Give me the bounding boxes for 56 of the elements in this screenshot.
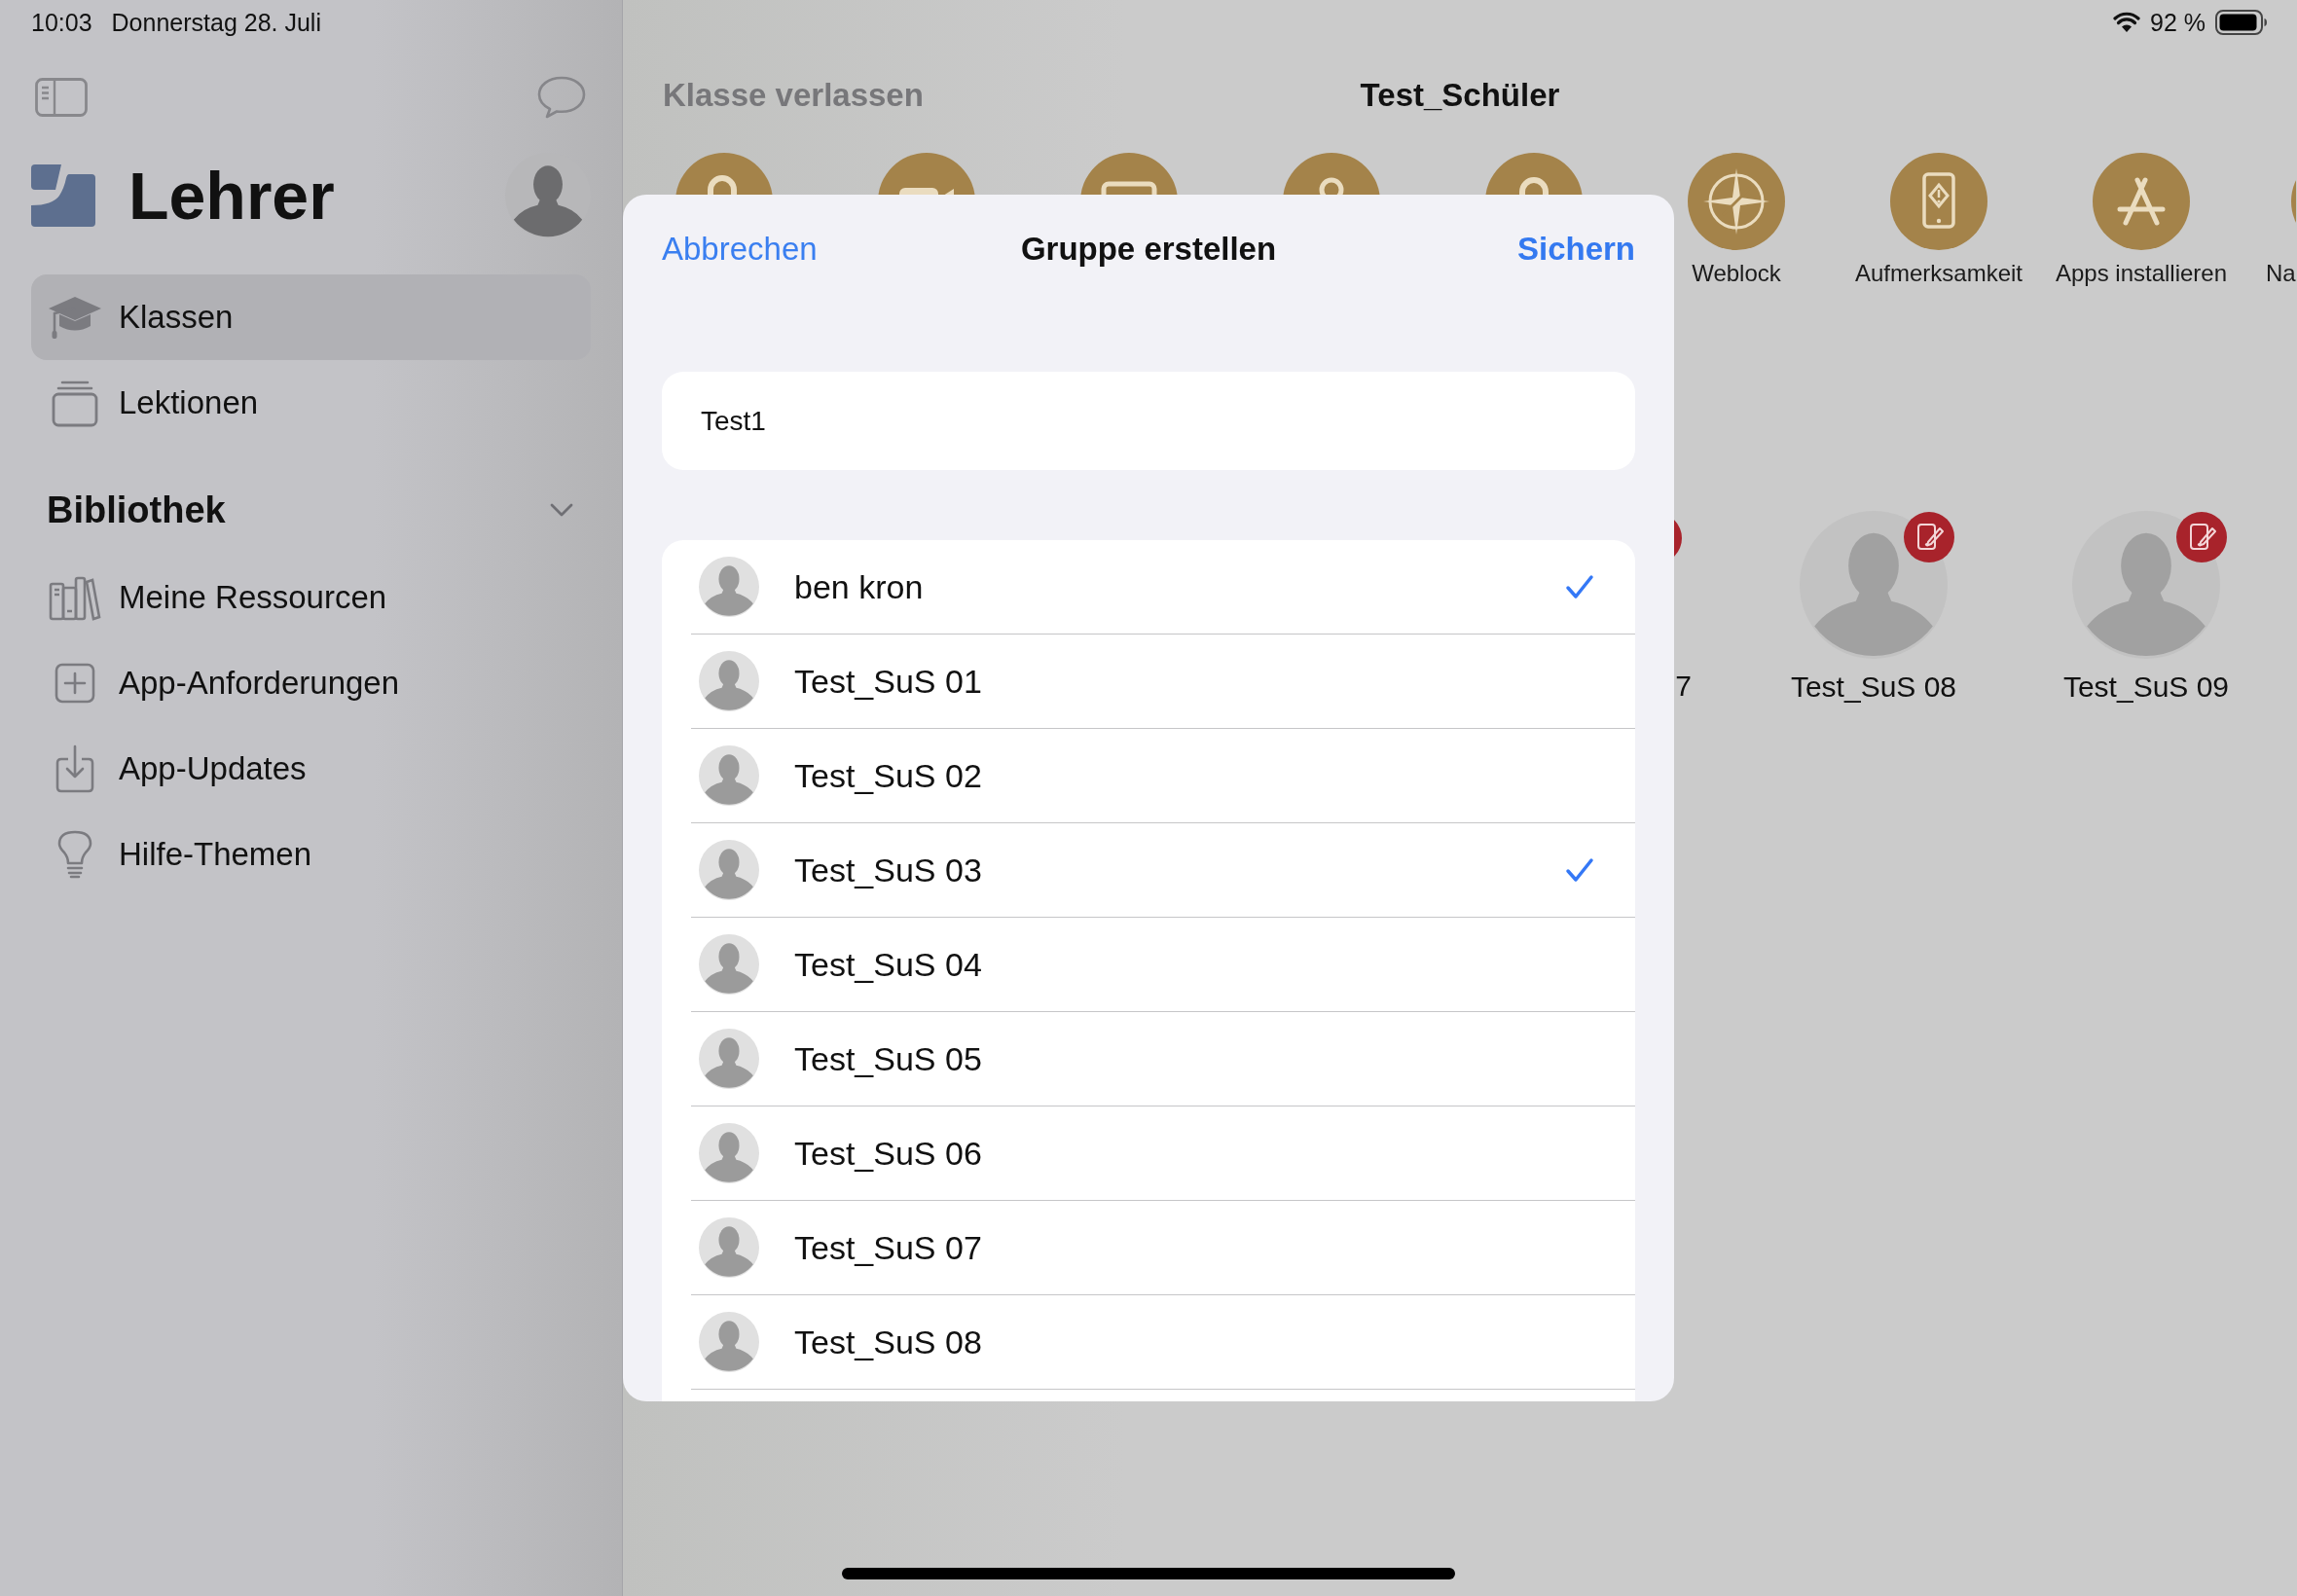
books-icon — [49, 574, 101, 621]
avatar-icon — [699, 745, 759, 806]
avatar-icon — [699, 934, 759, 995]
avatar-icon — [699, 1123, 759, 1183]
save-button[interactable]: Sichern — [1516, 231, 1635, 268]
install-apps-button[interactable]: Apps installieren — [2055, 153, 2228, 287]
tablet-alert-icon — [1890, 153, 1987, 250]
member-row[interactable]: Test_SuS 05 — [691, 1012, 1635, 1106]
graduation-cap-icon — [47, 294, 103, 341]
battery-icon — [2215, 10, 2268, 35]
logo-icon — [31, 164, 95, 227]
sidebar-item[interactable]: Hilfe-Themen — [31, 812, 591, 897]
avatar-icon — [699, 1312, 759, 1372]
dialog-title: Gruppe erstellen — [1020, 231, 1277, 268]
member-row[interactable]: Test_SuS 08 — [691, 1295, 1635, 1390]
member-row[interactable]: Test_SuS 07 — [691, 1201, 1635, 1295]
avatar-icon — [699, 840, 759, 900]
name-field[interactable]: Test1 — [662, 372, 1635, 470]
sidebar-item[interactable]: Klassen — [31, 274, 591, 360]
pencil-ruler-icon — [2093, 153, 2190, 250]
battery-percentage: 92 % — [2150, 8, 2206, 37]
avatar-icon — [699, 1217, 759, 1278]
screen-title: Test_Schüler — [1360, 77, 1560, 114]
sidebar-toggle-icon[interactable] — [35, 78, 88, 117]
sidebar-item[interactable]: App-Updates — [31, 726, 591, 812]
member-row[interactable]: Test_SuS 03 — [691, 823, 1635, 918]
person-icon[interactable] — [1283, 153, 1380, 195]
member-row[interactable]: Test_SuS 02 — [691, 729, 1635, 823]
member-row[interactable]: Test_SuS 01 — [691, 635, 1635, 729]
avatar-icon[interactable] — [2072, 511, 2220, 659]
avatar-icon — [699, 1029, 759, 1089]
member-row[interactable]: Test_SuS 04 — [691, 918, 1635, 1012]
lightbulb-icon — [57, 830, 92, 879]
section-header[interactable]: Bibliothek — [31, 467, 591, 553]
plus-square-icon — [55, 663, 95, 704]
student-name: Test_SuS 09 — [2062, 671, 2230, 704]
sidebar-item[interactable]: App-Anforderungen — [31, 640, 591, 726]
download-tray-icon — [55, 744, 94, 793]
status-time: 10:03 — [31, 8, 92, 37]
student-name: 7 — [1675, 670, 1692, 703]
toolbar-label[interactable]: Na — [2266, 260, 2296, 287]
sidebar-item[interactable]: Meine Ressourcen — [31, 555, 591, 640]
avatar-icon — [699, 557, 759, 617]
compass-icon — [1688, 153, 1785, 250]
member-row[interactable]: ben kron — [691, 540, 1635, 635]
sidebar-item[interactable]: Lektionen — [31, 360, 591, 446]
status-date: Donnerstag 28. Juli — [111, 8, 321, 37]
wifi-icon — [2113, 12, 2140, 33]
avatar-icon — [699, 651, 759, 711]
member-row[interactable]: Test_SuS 06 — [691, 1106, 1635, 1201]
avatar-icon[interactable] — [1800, 511, 1948, 659]
student-name: Test_SuS 08 — [1790, 671, 1957, 704]
attention-button[interactable]: Aufmerksamkeit — [1854, 153, 2023, 287]
chat-bubble-icon[interactable] — [536, 75, 587, 120]
weblock-button[interactable]: Weblock — [1688, 153, 1785, 287]
app-title: Lehrer — [128, 163, 335, 229]
